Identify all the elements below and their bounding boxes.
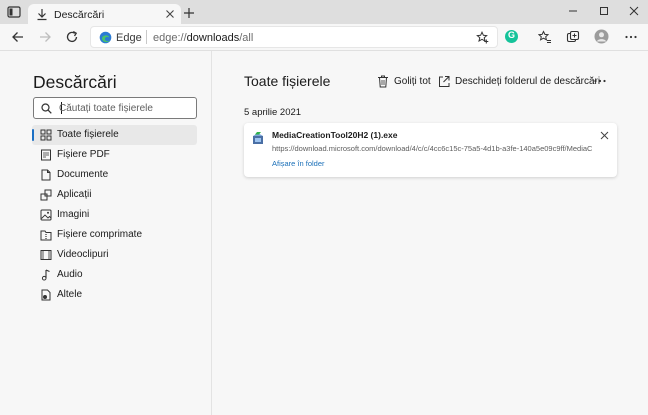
archive-icon [40,230,52,241]
other-icon [41,289,51,301]
sidebar-item-images[interactable]: Imagini [32,205,197,225]
sidebar-item-label: Altele [57,289,83,300]
download-item-card[interactable]: MediaCreationTool20H2 (1).exe https://do… [244,123,617,177]
sidebar-item-label: Audio [57,269,83,280]
url-host: downloads [186,32,240,44]
close-window-icon[interactable] [626,3,642,19]
new-tab-icon[interactable] [183,7,195,19]
show-in-folder-link[interactable]: Afișare în folder [272,159,325,168]
apps-icon [40,189,52,201]
sidebar-item-label: Fișiere PDF [57,149,110,160]
maximize-icon[interactable] [596,3,612,19]
address-bar[interactable]: Edge edge://downloads/all [90,26,498,48]
add-favorite-icon[interactable] [476,31,489,44]
close-tab-icon[interactable] [164,8,176,20]
navigation-bar: Edge edge://downloads/all G [0,24,648,51]
document-icon [41,169,51,181]
date-group-heading: 5 aprilie 2021 [244,107,302,118]
minimize-icon[interactable] [565,3,581,19]
sidebar-item-pdf[interactable]: Fișiere PDF [32,145,197,165]
title-bar: Descărcări [0,0,648,25]
section-title: Toate fișierele [244,73,331,89]
sidebar-item-label: Documente [57,169,109,180]
sidebar-item-label: Aplicații [57,189,92,200]
open-external-icon [439,76,450,87]
download-icon [37,9,47,21]
sidebar-item-label: Fișiere comprimate [57,229,143,240]
search-input[interactable] [59,101,193,116]
tab-downloads[interactable]: Descărcări [28,4,181,25]
downloads-sidebar: Descărcări Toate fișierele Fișiere PDF [0,51,212,415]
downloads-main: Toate fișierele Goliți tot Deschideți fo… [213,51,648,415]
url-path: /all [239,32,254,44]
edge-logo-icon [99,31,112,44]
search-box[interactable] [33,97,197,119]
sidebar-item-label: Videoclipuri [57,249,109,260]
video-icon [40,250,52,260]
forward-icon[interactable] [38,30,52,44]
sidebar-item-other[interactable]: Altele [32,285,197,305]
remove-from-list-icon[interactable] [600,131,609,140]
sidebar-item-label: Toate fișierele [57,129,119,140]
settings-more-icon[interactable] [624,30,638,44]
sidebar-item-audio[interactable]: Audio [32,265,197,285]
sidebar-item-archives[interactable]: Fișiere comprimate [32,225,197,245]
tab-actions-icon[interactable] [7,6,21,18]
selection-indicator [32,129,34,141]
grid-icon [40,129,52,141]
category-list: Toate fișierele Fișiere PDF Documente Ap… [32,125,197,305]
collections-icon[interactable] [566,30,580,44]
profile-avatar-icon[interactable] [594,29,609,44]
page-title: Descărcări [33,72,117,92]
sidebar-item-apps[interactable]: Aplicații [32,185,197,205]
search-icon [41,103,52,114]
pdf-icon [41,149,51,161]
music-icon [41,269,50,281]
sidebar-item-all-files[interactable]: Toate fișierele [32,125,197,145]
more-options-icon[interactable] [593,78,607,84]
open-folder-label: Deschideți folderul de descărcări [455,76,601,87]
trash-icon [378,75,388,88]
url-scheme: edge:// [153,32,187,44]
address-brand: Edge [116,32,142,44]
refresh-icon[interactable] [65,30,79,44]
back-icon[interactable] [11,30,25,44]
address-separator [146,30,147,44]
tab-title: Descărcări [54,9,105,21]
installer-file-icon [253,132,263,144]
download-source-url: https://download.microsoft.com/download/… [272,144,592,153]
grammarly-extension-icon[interactable]: G [505,30,518,43]
image-icon [40,209,52,221]
favorites-icon[interactable] [538,30,552,44]
sidebar-item-videos[interactable]: Videoclipuri [32,245,197,265]
sidebar-item-label: Imagini [57,209,90,220]
sidebar-item-documents[interactable]: Documente [32,165,197,185]
clear-all-label: Goliți tot [394,76,431,87]
address-url[interactable]: edge://downloads/all [153,32,253,44]
file-name-link[interactable]: MediaCreationTool20H2 (1).exe [272,130,398,140]
